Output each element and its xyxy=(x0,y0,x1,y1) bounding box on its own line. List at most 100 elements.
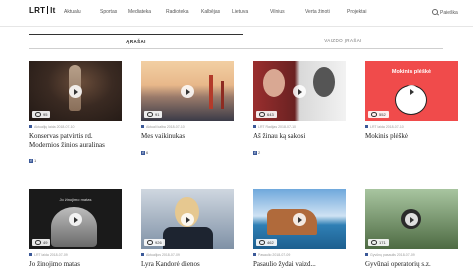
video-card[interactable]: 95 Aktualijų laida 2018-07-10 Konservas … xyxy=(29,61,122,167)
category-icon xyxy=(29,253,32,257)
video-meta: LRT laida 2018-07-10 xyxy=(365,125,458,129)
eye-icon xyxy=(259,240,265,245)
nav-item-sportas[interactable]: Sportas xyxy=(100,9,117,15)
thumbnail-face xyxy=(263,69,285,97)
nav-item-kalbejas[interactable]: Kalbējas xyxy=(201,9,220,15)
video-meta-text: Aktualijų laida 2018-07-10 xyxy=(34,125,75,129)
nav-item-aktualu[interactable]: Aktualu xyxy=(64,9,81,15)
video-title[interactable]: Pasaulio žydai vaizd... xyxy=(253,260,346,269)
facebook-share[interactable]: f1 xyxy=(29,158,36,163)
facebook-icon: f xyxy=(29,159,33,163)
play-icon[interactable] xyxy=(405,85,418,98)
video-meta-text: Pasaulio 2018-07-09 xyxy=(258,253,291,257)
facebook-count: 2 xyxy=(258,149,261,155)
view-count-value: 552 xyxy=(379,112,386,117)
video-title[interactable]: Gyvūnai operatorių s.z. xyxy=(365,260,458,269)
category-icon xyxy=(141,253,144,257)
tabs-divider xyxy=(29,48,443,49)
play-icon[interactable] xyxy=(405,213,418,226)
video-thumbnail[interactable]: 95 xyxy=(29,61,122,121)
category-icon xyxy=(29,125,32,129)
video-meta-text: LRT laida 2018-07-09 xyxy=(34,253,68,257)
video-thumbnail[interactable]: 643 xyxy=(253,61,346,121)
video-title[interactable]: Aš žinau ką sakosi xyxy=(253,132,346,141)
video-meta: Gyvūnų pasaulis 2018-07-09 xyxy=(365,253,458,257)
facebook-icon: f xyxy=(141,150,145,155)
thumbnail-cliff xyxy=(267,209,317,235)
video-meta: Aktualijos 2018-07-09 xyxy=(141,253,234,257)
view-count-value: 95 xyxy=(43,112,48,117)
tab-vaizdo-irasai[interactable]: Vaizdo įrašai xyxy=(243,34,443,48)
video-thumbnail[interactable]: 926 xyxy=(141,189,234,249)
video-card[interactable]: 462 Pasaulio 2018-07-09 Pasaulio žydai v… xyxy=(253,189,346,269)
tab-irasai[interactable]: Ąrašai xyxy=(29,34,243,49)
video-meta: Pasaulio 2018-07-09 xyxy=(253,253,346,257)
video-title[interactable]: Mes vaikinukas xyxy=(141,132,234,141)
video-meta: Aktualijų laida 2018-07-10 xyxy=(29,125,122,129)
video-thumbnail[interactable]: Mokinis plėškė 552 xyxy=(365,61,458,121)
video-meta-text: LRT laida 2018-07-10 xyxy=(370,125,404,129)
facebook-share[interactable]: f6 xyxy=(141,150,148,155)
facebook-icon: f xyxy=(253,150,257,155)
video-card[interactable]: 171 Gyvūnų pasaulis 2018-07-09 Gyvūnai o… xyxy=(365,189,458,269)
video-meta-text: Aktuali kalba 2018-07-10 xyxy=(146,125,185,129)
view-count: 926 xyxy=(144,239,165,246)
play-icon[interactable] xyxy=(293,213,306,226)
facebook-share[interactable]: f2 xyxy=(253,150,260,155)
nav-item-projektai[interactable]: Projektai xyxy=(347,9,366,15)
thumbnail-banner-text: Jo žinojimo matas xyxy=(59,197,92,202)
video-card[interactable]: Mokinis plėškė 552 LRT laida 2018-07-10 … xyxy=(365,61,458,141)
nav-item-radioteka[interactable]: Radiotekа xyxy=(166,9,189,15)
logo-divider xyxy=(47,6,49,14)
view-count: 95 xyxy=(32,111,51,118)
category-icon xyxy=(141,125,144,129)
video-meta-text: Aktualijos 2018-07-09 xyxy=(146,253,180,257)
eye-icon xyxy=(147,240,153,245)
video-card[interactable]: 643 LRT Radijas 2018-07-10 Aš žinau ką s… xyxy=(253,61,346,159)
top-bar: LRT lt Aktualu Sportas Mediateka Radiotek… xyxy=(0,0,473,27)
nav-item-mediateka[interactable]: Mediateka xyxy=(128,9,151,15)
play-icon[interactable] xyxy=(181,85,194,98)
category-icon xyxy=(365,253,368,257)
thumbnail-tower xyxy=(209,75,213,109)
logo[interactable]: LRT lt xyxy=(29,6,55,15)
video-card[interactable]: Jo žinojimo matas 49 LRT laida 2018-07-0… xyxy=(29,189,122,269)
thumbnail-figure xyxy=(163,227,213,249)
video-card[interactable]: 926 Aktualijos 2018-07-09 Lyra Kandorė d… xyxy=(141,189,234,269)
view-count: 462 xyxy=(256,239,277,246)
video-thumbnail[interactable]: 171 xyxy=(365,189,458,249)
video-card[interactable]: 91 Aktuali kalba 2018-07-10 Mes vaikinuk… xyxy=(141,61,234,159)
video-title[interactable]: Lyra Kandorė dienos xyxy=(141,260,234,269)
view-count: 171 xyxy=(368,239,389,246)
video-meta: LRT Radijas 2018-07-10 xyxy=(253,125,346,129)
play-icon[interactable] xyxy=(69,213,82,226)
video-title[interactable]: Jo žinojimo matas xyxy=(29,260,122,269)
play-icon[interactable] xyxy=(181,213,194,226)
video-title[interactable]: Mokinis plėškė xyxy=(365,132,458,141)
view-count: 552 xyxy=(368,111,389,118)
video-title[interactable]: Konservas patvirtis rd. Modernios žinios… xyxy=(29,132,122,149)
play-icon[interactable] xyxy=(293,85,306,98)
video-meta-text: LRT Radijas 2018-07-10 xyxy=(258,125,297,129)
eye-icon xyxy=(371,112,377,117)
thumbnail-banner-text: Mokinis plėškė xyxy=(391,69,432,75)
video-meta: LRT laida 2018-07-09 xyxy=(29,253,122,257)
content-tabs: Ąrašai Vaizdo įrašai xyxy=(29,34,443,48)
video-thumbnail[interactable]: 91 xyxy=(141,61,234,121)
nav-item-verta-zinoti[interactable]: Verta žinoti xyxy=(305,9,330,15)
nav-item-vilnius[interactable]: Vilnius xyxy=(270,9,285,15)
search-button[interactable]: Paieška xyxy=(432,9,458,16)
search-label: Paieška xyxy=(440,10,458,16)
thumbnail-face xyxy=(313,67,335,97)
eye-icon xyxy=(371,240,377,245)
search-icon xyxy=(432,9,438,15)
view-count-value: 171 xyxy=(379,240,386,245)
nav-item-lietuva[interactable]: Lietuva xyxy=(232,9,248,15)
video-meta: Aktuali kalba 2018-07-10 xyxy=(141,125,234,129)
eye-icon xyxy=(147,112,153,117)
play-icon[interactable] xyxy=(69,85,82,98)
video-thumbnail[interactable]: Jo žinojimo matas 49 xyxy=(29,189,122,249)
category-icon xyxy=(253,253,256,257)
video-thumbnail[interactable]: 462 xyxy=(253,189,346,249)
eye-icon xyxy=(259,112,265,117)
